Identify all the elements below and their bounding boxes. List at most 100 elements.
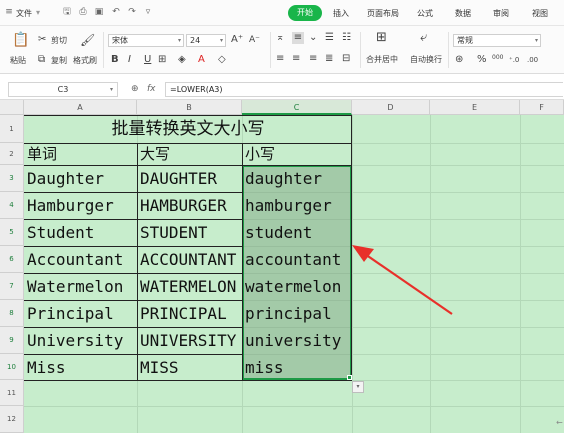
format-painter-button[interactable]: 格式刷: [73, 56, 97, 66]
column-header-e[interactable]: E: [430, 100, 520, 115]
align-middle-icon[interactable]: ≡: [292, 32, 304, 44]
cell-c5[interactable]: student: [243, 220, 352, 246]
tab-data[interactable]: 数据: [455, 8, 471, 19]
hamburger-menu-icon[interactable]: ≡: [4, 7, 14, 17]
tab-formulas[interactable]: 公式: [417, 8, 433, 19]
scissors-icon[interactable]: ✂: [38, 34, 46, 46]
tab-review[interactable]: 审阅: [493, 8, 509, 19]
thousands-button[interactable]: 000: [492, 53, 503, 63]
fx-icon[interactable]: fx: [147, 83, 156, 95]
formula-input[interactable]: =LOWER(A3): [165, 82, 563, 97]
cell-c6[interactable]: accountant: [243, 247, 352, 273]
spreadsheet-grid[interactable]: A B C D E F 1 2 3 4 5 6 7 8 9 10 11 12 批…: [0, 100, 564, 433]
align-bottom-icon[interactable]: ⌄: [309, 32, 317, 44]
copy-button[interactable]: 复制: [51, 56, 67, 66]
cell-c4[interactable]: hamburger: [243, 193, 352, 219]
increase-decimal-icon[interactable]: ⁺.0: [509, 54, 519, 66]
number-format-select[interactable]: 常规 ▾: [453, 34, 541, 47]
tab-home[interactable]: 开始: [288, 5, 322, 21]
scroll-left-icon[interactable]: ←: [556, 418, 564, 432]
cut-button[interactable]: 剪切: [51, 36, 67, 46]
print-preview-icon[interactable]: ▣: [94, 7, 104, 17]
underline-button[interactable]: U: [144, 55, 151, 65]
cell-a9[interactable]: University: [25, 328, 137, 354]
cell-c3[interactable]: daughter: [243, 166, 352, 192]
row-header-3[interactable]: 3: [0, 165, 24, 192]
auto-fill-options-icon[interactable]: ▾: [352, 381, 364, 393]
cell-b6[interactable]: ACCOUNTANT: [138, 247, 242, 273]
name-box[interactable]: C3 ▾: [8, 82, 118, 97]
row-header-2[interactable]: 2: [0, 143, 24, 165]
menu-file[interactable]: 文件: [16, 8, 32, 19]
row-header-7[interactable]: 7: [0, 273, 24, 300]
tab-page-layout[interactable]: 页面布局: [367, 8, 399, 19]
font-color-icon[interactable]: A: [198, 54, 205, 66]
cell-b4[interactable]: HAMBURGER: [138, 193, 242, 219]
cell-c8[interactable]: principal: [243, 301, 352, 327]
indent-icon[interactable]: ☰: [325, 32, 334, 44]
cell-c10[interactable]: miss: [243, 355, 352, 380]
column-header-d[interactable]: D: [352, 100, 430, 115]
format-painter-icon[interactable]: 🖌: [80, 34, 95, 46]
font-size-select[interactable]: 24 ▾: [186, 34, 226, 47]
increase-font-icon[interactable]: A⁺: [231, 34, 243, 46]
select-all-corner[interactable]: [0, 100, 24, 115]
italic-button[interactable]: I: [128, 55, 131, 65]
cell-a6[interactable]: Accountant: [25, 247, 137, 273]
redo-icon[interactable]: ↷: [127, 7, 137, 17]
cell-a4[interactable]: Hamburger: [25, 193, 137, 219]
row-header-6[interactable]: 6: [0, 246, 24, 273]
merge-center-icon[interactable]: ⊞: [376, 31, 387, 44]
cell-b3[interactable]: DAUGHTER: [138, 166, 242, 192]
currency-icon[interactable]: ⊛: [455, 54, 463, 66]
cell-a7[interactable]: Watermelon: [25, 274, 137, 300]
merge-center-button[interactable]: 合并居中: [366, 55, 398, 65]
align-left-icon[interactable]: ≡: [276, 53, 284, 65]
align-center-icon[interactable]: ≡: [292, 53, 300, 65]
clear-format-icon[interactable]: ◇: [218, 54, 226, 66]
cell-b7[interactable]: WATERMELON: [138, 274, 242, 300]
row-header-12[interactable]: 12: [0, 406, 24, 433]
border-icon[interactable]: ⊞: [158, 54, 166, 66]
wrap-text-icon[interactable]: ⤶: [420, 31, 427, 44]
font-name-select[interactable]: 宋体 ▾: [108, 34, 184, 47]
justify-icon[interactable]: ≣: [325, 53, 333, 65]
column-header-a[interactable]: A: [24, 100, 137, 115]
outdent-icon[interactable]: ☷: [342, 32, 351, 44]
header-word[interactable]: 单词: [25, 144, 137, 165]
column-header-c[interactable]: C: [242, 100, 352, 115]
cell-c7[interactable]: watermelon: [243, 274, 352, 300]
bold-button[interactable]: B: [111, 55, 119, 65]
cell-a8[interactable]: Principal: [25, 301, 137, 327]
decrease-decimal-icon[interactable]: .00: [527, 54, 538, 66]
cell-b5[interactable]: STUDENT: [138, 220, 242, 246]
save-icon[interactable]: 🖫: [62, 7, 72, 17]
zoom-icon[interactable]: ⊕: [131, 83, 139, 95]
cell-a3[interactable]: Daughter: [25, 166, 137, 192]
sheet-title[interactable]: 批量转换英文大小写: [25, 116, 351, 143]
header-uppercase[interactable]: 大写: [138, 144, 242, 165]
tab-insert[interactable]: 插入: [333, 8, 349, 19]
wrap-text-button[interactable]: 自动换行: [410, 55, 442, 65]
distributed-icon[interactable]: ⊟: [342, 53, 350, 65]
fill-color-icon[interactable]: ◈: [178, 54, 186, 66]
undo-icon[interactable]: ↶: [111, 7, 121, 17]
cell-a5[interactable]: Student: [25, 220, 137, 246]
align-top-icon[interactable]: ⌅: [276, 32, 284, 44]
print-icon[interactable]: ⎙: [78, 7, 88, 17]
paste-button[interactable]: 粘贴: [10, 56, 26, 66]
cell-c9[interactable]: university: [243, 328, 352, 354]
customize-icon[interactable]: ▿: [143, 7, 153, 17]
row-header-8[interactable]: 8: [0, 300, 24, 327]
header-lowercase[interactable]: 小写: [243, 144, 352, 165]
row-header-10[interactable]: 10: [0, 354, 24, 380]
cell-b8[interactable]: PRINCIPAL: [138, 301, 242, 327]
row-header-1[interactable]: 1: [0, 115, 24, 143]
row-header-4[interactable]: 4: [0, 192, 24, 219]
percent-button[interactable]: %: [477, 55, 487, 65]
row-header-5[interactable]: 5: [0, 219, 24, 246]
paste-icon[interactable]: 📋: [12, 33, 29, 47]
cell-b9[interactable]: UNIVERSITY: [138, 328, 242, 354]
copy-icon[interactable]: ⧉: [38, 54, 45, 66]
column-header-f[interactable]: F: [520, 100, 564, 115]
